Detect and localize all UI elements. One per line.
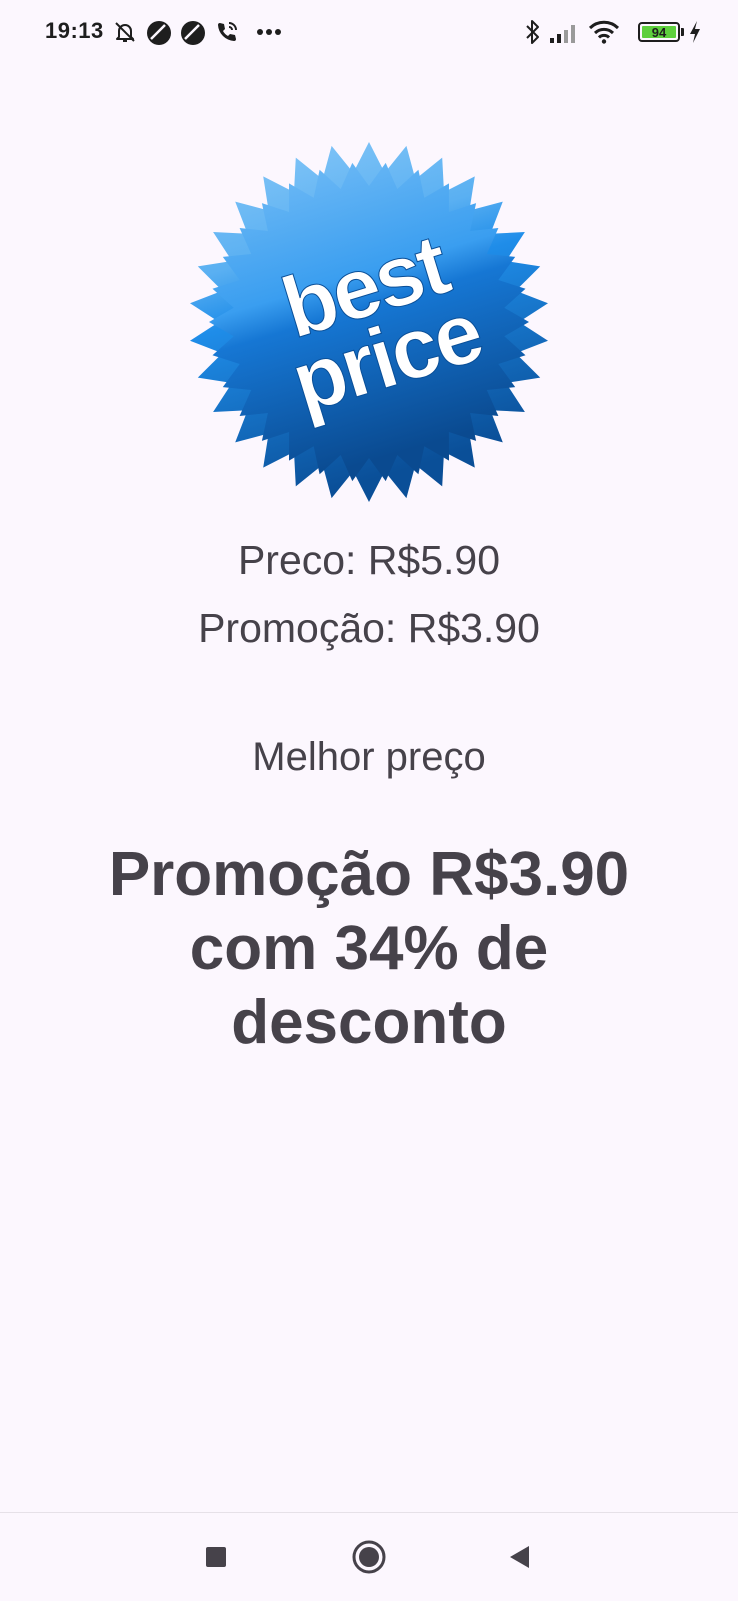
app-circle-icon [181, 21, 205, 45]
navigation-bar [0, 1512, 738, 1601]
signal-icon [550, 25, 575, 43]
app-circle-icon [147, 21, 171, 45]
battery-icon: 94 [638, 22, 684, 42]
status-bar: 19:13 94 [0, 0, 738, 66]
recents-icon [206, 1547, 226, 1567]
recents-button[interactable] [194, 1535, 238, 1579]
status-time: 19:13 [45, 18, 104, 43]
best-price-badge-image: best price [190, 142, 548, 502]
home-icon [352, 1540, 386, 1574]
battery-level: 94 [642, 26, 676, 39]
back-icon [510, 1546, 529, 1568]
best-price-badge: best price [185, 138, 553, 506]
wifi-icon [588, 20, 620, 44]
wifi-calling-icon [218, 22, 237, 41]
home-button[interactable] [347, 1535, 391, 1579]
best-price-label: Melhor preço [252, 735, 486, 779]
notifications-off-icon [115, 22, 135, 42]
charging-icon [690, 21, 700, 43]
bluetooth-icon [526, 20, 539, 44]
back-button[interactable] [498, 1535, 542, 1579]
more-dots-icon [257, 29, 281, 35]
regular-price: Preco: R$5.90 [237, 537, 501, 583]
promo-price: Promoção: R$3.90 [198, 605, 540, 651]
promo-summary: Promoção R$3.90 com 34% de desconto [108, 840, 630, 1057]
